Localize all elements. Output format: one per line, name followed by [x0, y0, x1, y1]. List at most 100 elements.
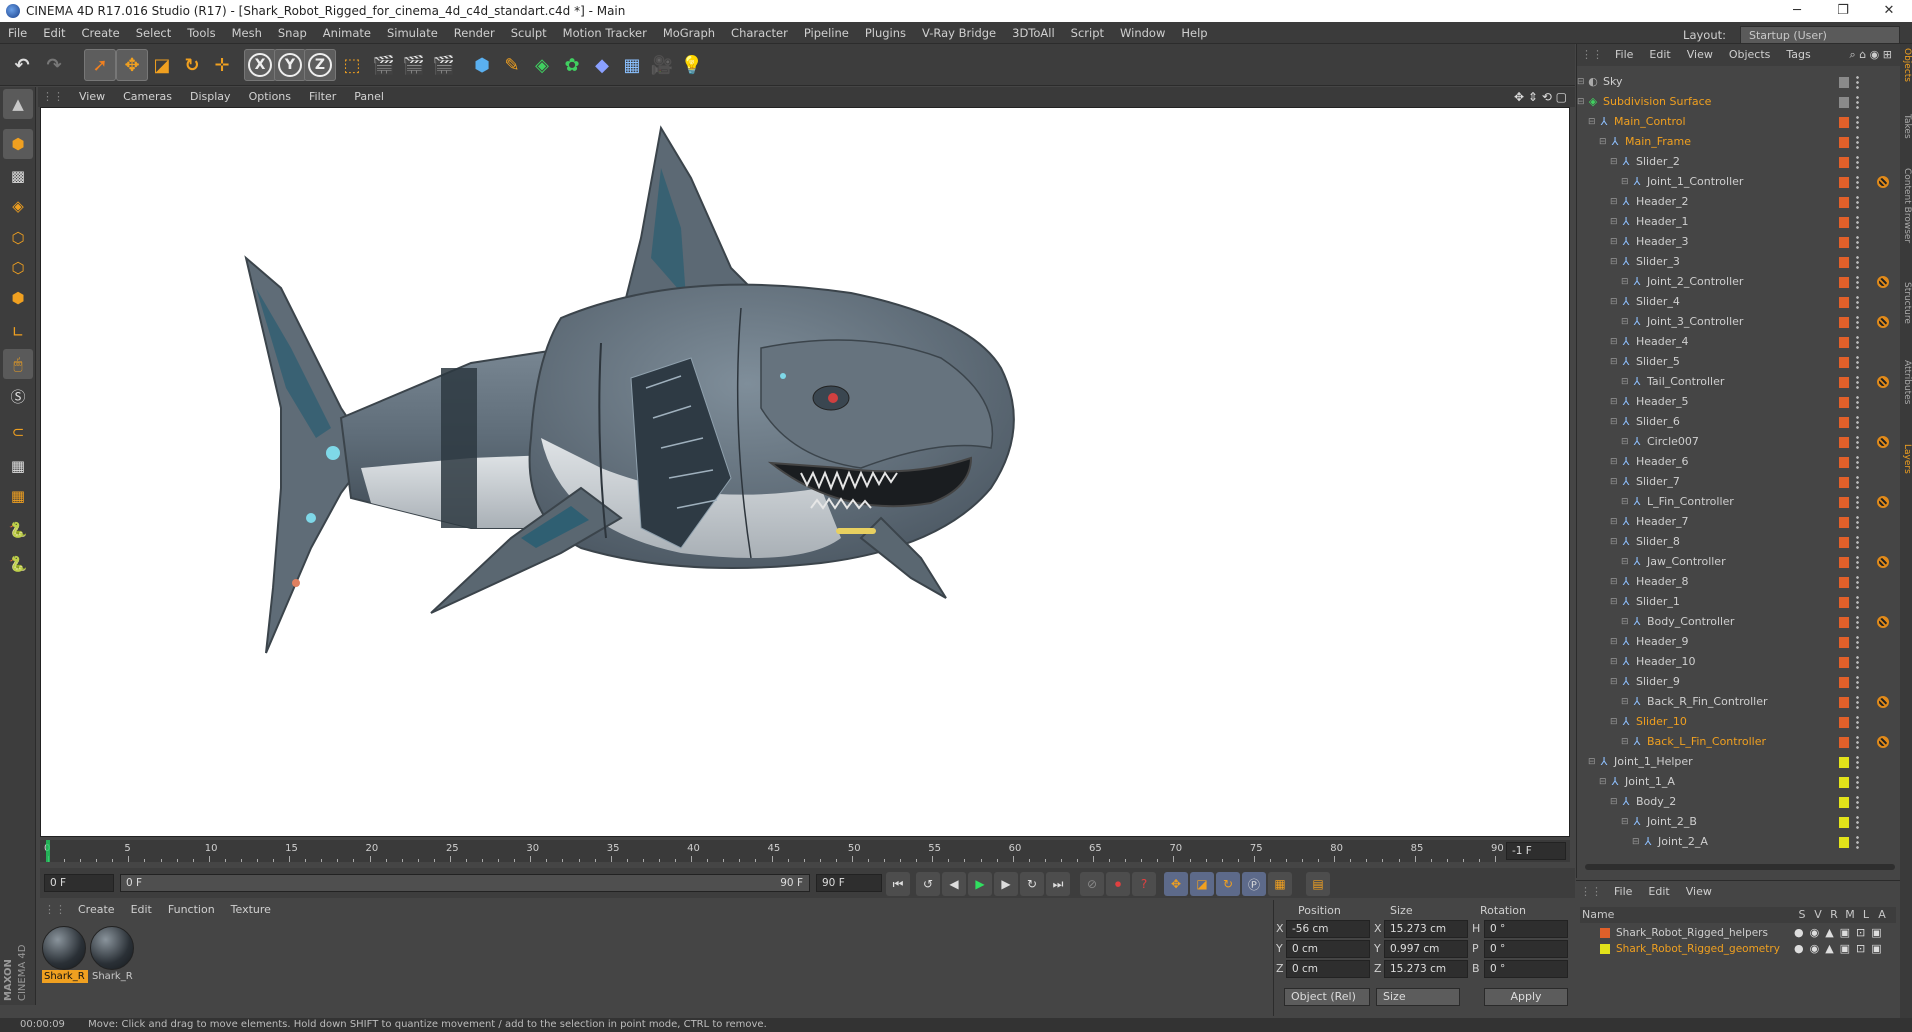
magnet-icon[interactable]: ⊂: [3, 417, 33, 447]
y-axis-lock-button[interactable]: Y: [274, 49, 306, 81]
snap-icon[interactable]: Ⓢ: [3, 381, 33, 411]
object-search-icon[interactable]: ⌕ ⌂ ◉ ⊞: [1842, 45, 1900, 65]
tweak-mode-icon[interactable]: 🖱: [3, 349, 33, 379]
layer-color-swatch[interactable]: [1839, 477, 1849, 488]
object-row[interactable]: ⊟ ⅄ Back_R_Fin_Controller: [1577, 692, 1901, 712]
expand-toggle-icon[interactable]: ⊟: [1610, 352, 1618, 372]
object-manager-scrollbar[interactable]: [1585, 864, 1895, 870]
visibility-dots-icon[interactable]: [1855, 175, 1860, 189]
rotate-tool-icon[interactable]: ↻: [176, 49, 208, 81]
menu-3dtoall[interactable]: 3DToAll: [1004, 22, 1063, 44]
axis-mode-icon[interactable]: ∟: [3, 317, 33, 347]
layer-color-swatch[interactable]: [1839, 457, 1849, 468]
layer-color-swatch[interactable]: [1600, 928, 1610, 938]
visibility-dots-icon[interactable]: [1855, 695, 1860, 709]
viewport-menu-display[interactable]: Display: [181, 87, 240, 107]
layer-color-swatch[interactable]: [1839, 737, 1849, 748]
layer-color-swatch[interactable]: [1839, 637, 1849, 648]
autokeying-icon[interactable]: ⏺: [1106, 872, 1130, 896]
layer-color-swatch[interactable]: [1839, 657, 1849, 668]
lock-workplane-icon[interactable]: ▦: [3, 451, 33, 481]
camera-icon[interactable]: 🎥: [646, 49, 678, 81]
deformer-icon[interactable]: ◆: [586, 49, 618, 81]
expand-toggle-icon[interactable]: ⊟: [1577, 92, 1585, 112]
visibility-dots-icon[interactable]: [1855, 575, 1860, 589]
object-row[interactable]: ⊟ ⅄ Slider_1: [1577, 592, 1901, 612]
expand-toggle-icon[interactable]: ⊟: [1610, 512, 1618, 532]
visibility-dots-icon[interactable]: [1855, 215, 1860, 229]
menu-render[interactable]: Render: [446, 22, 503, 44]
object-row[interactable]: ⊟ ⅄ Slider_4: [1577, 292, 1901, 312]
visibility-dots-icon[interactable]: [1855, 355, 1860, 369]
object-row[interactable]: ⊟ ⅄ Slider_5: [1577, 352, 1901, 372]
go-to-start-icon[interactable]: ⏮: [886, 872, 910, 896]
side-tab-content-browser[interactable]: Content Browser: [1900, 168, 1912, 243]
recent-tools-icon[interactable]: ✛: [206, 49, 238, 81]
layer-color-swatch[interactable]: [1839, 437, 1849, 448]
record-keys-icon[interactable]: ⊘: [1080, 872, 1104, 896]
subdivision-surface-icon[interactable]: ◈: [526, 49, 558, 81]
expand-toggle-icon[interactable]: ⊟: [1610, 152, 1618, 172]
previous-key-icon[interactable]: ↺: [916, 872, 940, 896]
menu-window[interactable]: Window: [1112, 22, 1173, 44]
make-editable-icon[interactable]: ▲: [3, 89, 33, 119]
visibility-dots-icon[interactable]: [1855, 475, 1860, 489]
menu-v-ray-bridge[interactable]: V-Ray Bridge: [914, 22, 1004, 44]
menu-pipeline[interactable]: Pipeline: [796, 22, 857, 44]
layer-menu-file[interactable]: File: [1606, 882, 1640, 902]
size-y-field[interactable]: 0.997 cm: [1384, 940, 1468, 958]
python-icon[interactable]: 🐍: [3, 515, 33, 545]
polygons-mode-icon[interactable]: ⬢: [3, 283, 33, 313]
visibility-dots-icon[interactable]: [1855, 675, 1860, 689]
3d-viewport[interactable]: [40, 107, 1570, 837]
visibility-dots-icon[interactable]: [1855, 135, 1860, 149]
layer-color-swatch[interactable]: [1839, 397, 1849, 408]
object-row[interactable]: ⊟ ⅄ Back_L_Fin_Controller: [1577, 732, 1901, 752]
material-swatch[interactable]: Shark_R: [42, 926, 88, 984]
layer-color-swatch[interactable]: [1839, 617, 1849, 628]
expand-toggle-icon[interactable]: ⊟: [1632, 832, 1640, 852]
visibility-dots-icon[interactable]: [1855, 435, 1860, 449]
object-row[interactable]: ⊟ ⅄ Body_Controller: [1577, 612, 1901, 632]
timeline-ruler[interactable]: -1 F 05101520253035404550556065707580859…: [40, 840, 1570, 862]
x-axis-lock-button[interactable]: X: [244, 49, 276, 81]
close-button[interactable]: ✕: [1866, 0, 1912, 22]
expand-toggle-icon[interactable]: ⊟: [1621, 612, 1629, 632]
side-tab-attributes[interactable]: Attributes: [1900, 360, 1912, 404]
ik-tag-icon[interactable]: [1877, 436, 1889, 448]
go-to-end-icon[interactable]: ⏭: [1046, 872, 1070, 896]
object-row[interactable]: ⊟ ⅄ Joint_1_Controller: [1577, 172, 1901, 192]
object-row[interactable]: ⊟ ⅄ Header_2: [1577, 192, 1901, 212]
play-forward-icon[interactable]: ▶: [968, 872, 992, 896]
object-menu-file[interactable]: File: [1607, 45, 1641, 65]
side-tab-layers[interactable]: Layers: [1900, 444, 1912, 474]
object-row[interactable]: ⊟ ⅄ Circle007: [1577, 432, 1901, 452]
menu-simulate[interactable]: Simulate: [379, 22, 446, 44]
layer-row[interactable]: Shark_Robot_Rigged_helpers ●◉▲▣⊡▣: [1580, 925, 1896, 941]
render-view-icon[interactable]: 🎬: [368, 49, 400, 81]
parameter-key-icon[interactable]: Ⓟ: [1242, 872, 1266, 896]
expand-toggle-icon[interactable]: ⊟: [1621, 552, 1629, 572]
ik-tag-icon[interactable]: [1877, 616, 1889, 628]
visibility-dots-icon[interactable]: [1855, 115, 1860, 129]
expand-toggle-icon[interactable]: ⊟: [1621, 312, 1629, 332]
layer-color-swatch[interactable]: [1839, 237, 1849, 248]
object-row[interactable]: ⊟ ◐ Sky: [1577, 72, 1901, 92]
expand-toggle-icon[interactable]: ⊟: [1610, 632, 1618, 652]
visibility-dots-icon[interactable]: [1855, 415, 1860, 429]
layout-dropdown[interactable]: Startup (User): [1740, 26, 1900, 44]
menu-script[interactable]: Script: [1063, 22, 1112, 44]
side-tab-structure[interactable]: Structure: [1900, 282, 1912, 324]
position-y-field[interactable]: 0 cm: [1286, 940, 1370, 958]
material-menu-edit[interactable]: Edit: [123, 900, 160, 920]
ik-tag-icon[interactable]: [1877, 276, 1889, 288]
size-x-field[interactable]: 15.273 cm: [1384, 920, 1468, 938]
expand-toggle-icon[interactable]: ⊟: [1621, 492, 1629, 512]
material-menu-function[interactable]: Function: [160, 900, 223, 920]
points-mode-icon[interactable]: ⬡: [3, 223, 33, 253]
layer-row[interactable]: Shark_Robot_Rigged_geometry ●◉▲▣⊡▣: [1580, 941, 1896, 957]
object-row[interactable]: ⊟ ⅄ Header_9: [1577, 632, 1901, 652]
object-row[interactable]: ⊟ ⅄ Header_1: [1577, 212, 1901, 232]
visibility-dots-icon[interactable]: [1855, 815, 1860, 829]
layer-color-swatch[interactable]: [1839, 137, 1849, 148]
